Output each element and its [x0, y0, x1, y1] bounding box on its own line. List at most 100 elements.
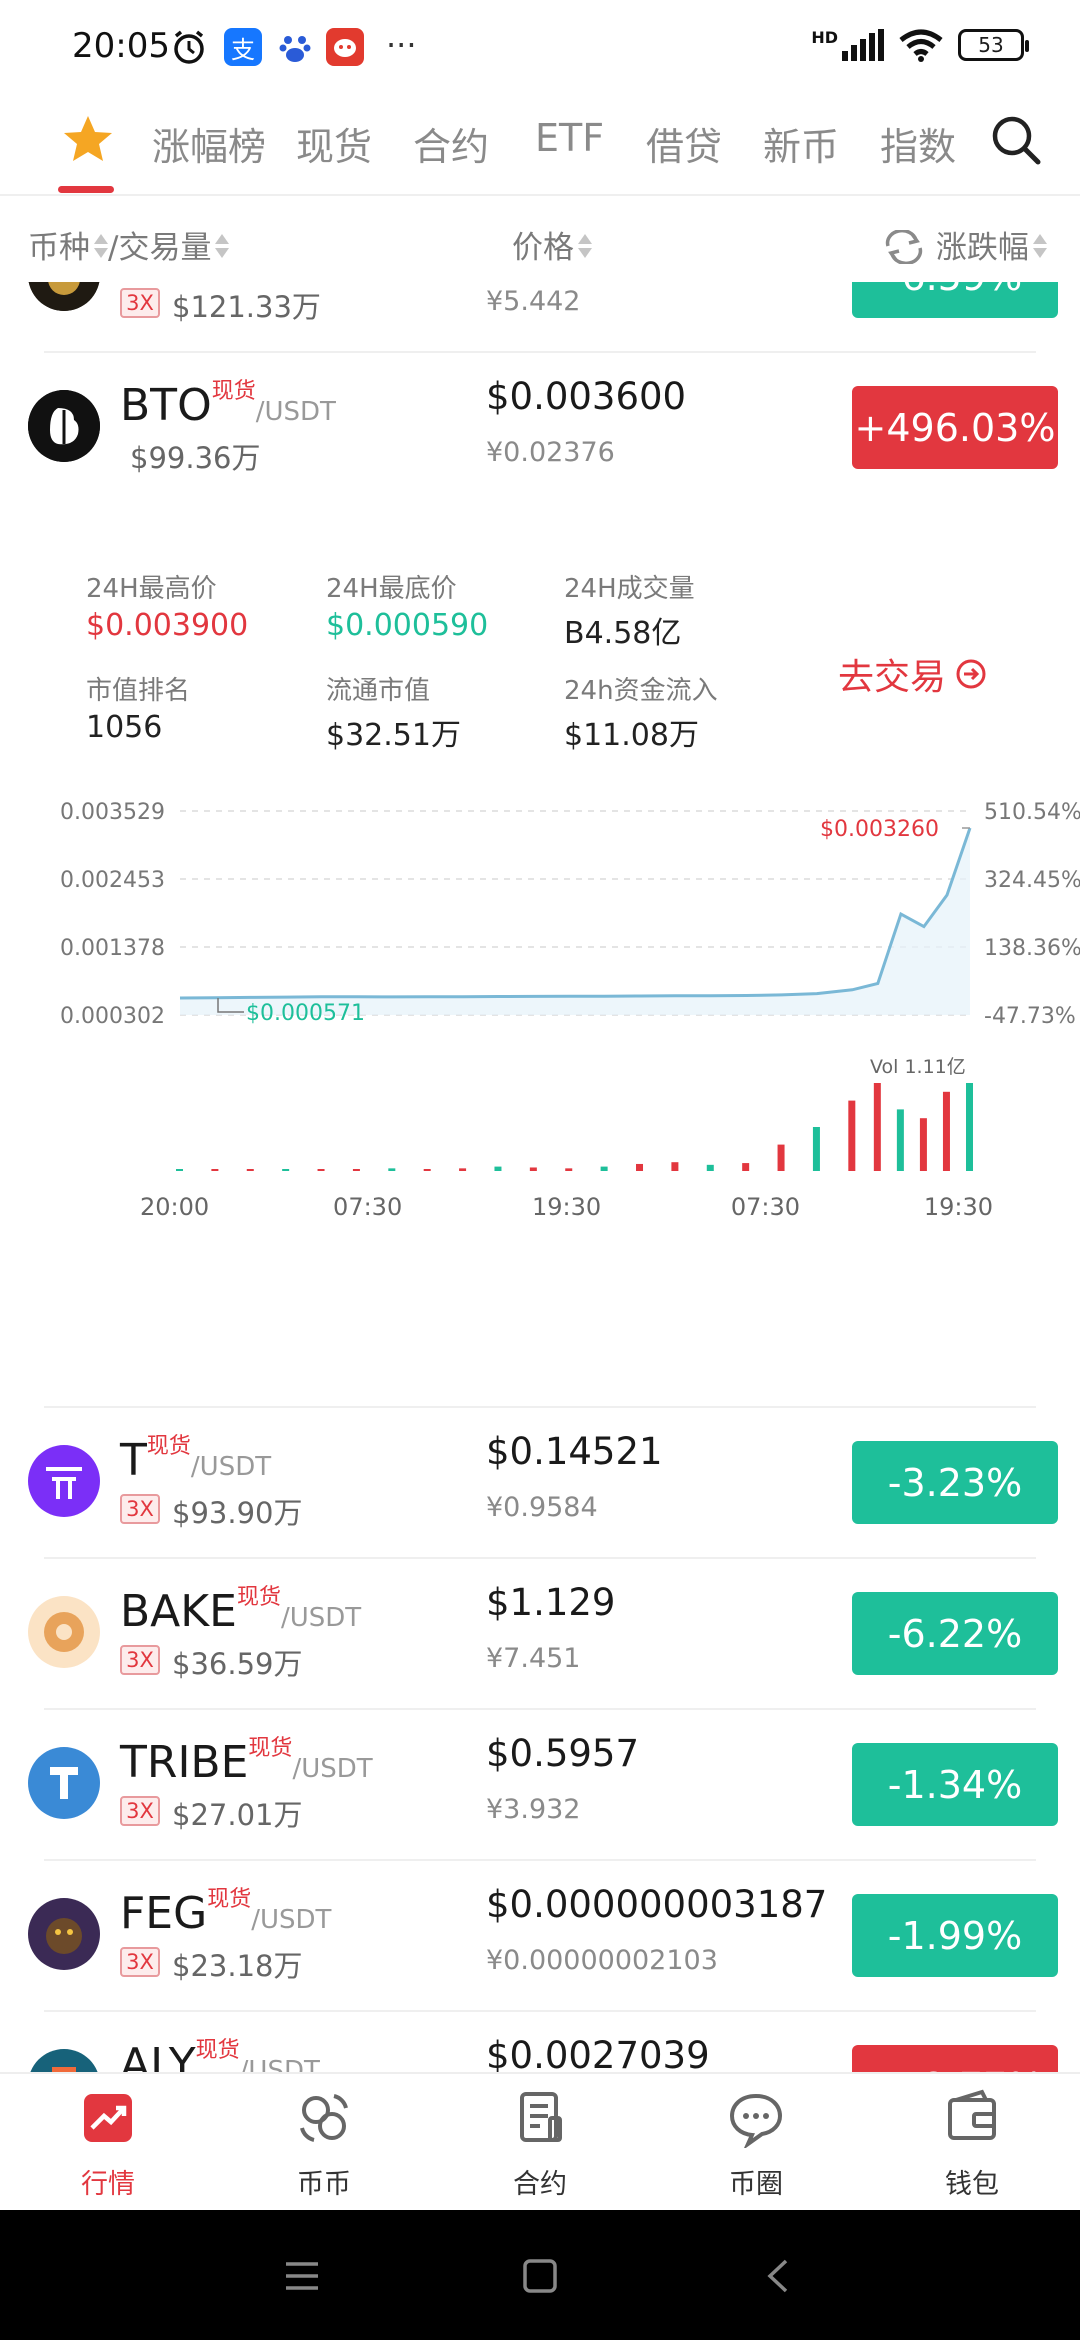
list-item[interactable]: FEG现货/USDT 3X $23.18万 $0.000000003187 ¥0.000… — [0, 1861, 1080, 2012]
baidu-icon — [276, 28, 314, 66]
volume-bar — [919, 1118, 927, 1171]
search-icon[interactable] — [988, 112, 1044, 168]
symbol-text: BTO — [120, 380, 212, 431]
coin-logo-icon — [28, 1596, 100, 1668]
price-value: $0.003600 — [486, 375, 687, 418]
list-item[interactable]: TRIBE现货/USDT 3X $27.01万 $0.5957 ¥3.932 -1.34% — [0, 1710, 1080, 1861]
sort-arrows-icon — [1032, 232, 1047, 262]
nav-community[interactable]: 币圈 — [686, 2088, 826, 2201]
tab-index[interactable]: 指数 — [880, 116, 956, 171]
status-time: 20:05 — [72, 26, 170, 66]
spot-tag: 现货 — [195, 2038, 240, 2063]
y-tick-label: 0.002453 — [60, 868, 165, 893]
bottom-nav: 行情 币币 合约 币圈 钱包 — [0, 2072, 1080, 2210]
coin-symbol: FEG现货/USDT — [120, 1881, 331, 1939]
change-badge[interactable]: -3.23% — [852, 1441, 1058, 1524]
cny-price: ¥0.02376 — [486, 437, 615, 468]
change-badge[interactable]: +42.77% — [852, 2045, 1058, 2072]
spot-tag: 现货 — [207, 1887, 252, 1912]
cny-price: ¥3.932 — [486, 1794, 581, 1825]
nav-market[interactable]: 行情 — [38, 2088, 178, 2201]
nav-futures[interactable]: 合约 — [470, 2088, 610, 2201]
col-volume: /交易量 — [108, 230, 212, 266]
symbol-text: FEG — [120, 1888, 208, 1939]
favorites-star-icon[interactable] — [58, 110, 118, 170]
list-item-bto[interactable]: BTO现货/USDT $99.36万 $0.003600 ¥0.02376 +4… — [0, 353, 1080, 1408]
battery-level: 53 — [978, 33, 1004, 57]
sort-by-price[interactable]: 价格 — [512, 222, 592, 267]
cny-price: ¥7.451 — [486, 1643, 581, 1674]
x-tick-label: 19:30 — [924, 1193, 993, 1221]
change-badge[interactable]: -1.99% — [852, 1894, 1058, 1977]
price-value: $0.0027039 — [486, 2034, 710, 2072]
leverage-badge: 3X — [120, 1494, 160, 1524]
menu-icon[interactable] — [284, 2260, 320, 2292]
symbol-text: BAKE — [120, 1586, 237, 1637]
back-icon[interactable] — [764, 2258, 792, 2294]
y-tick-label: 0.000302 — [60, 1004, 165, 1029]
y-tick-label: 0.003529 — [60, 800, 165, 825]
change-badge[interactable]: -6.59% — [852, 282, 1058, 318]
price-value: $0.000000003187 — [486, 1883, 828, 1926]
change-badge[interactable]: -6.22% — [852, 1592, 1058, 1675]
quote-currency: /USDT — [239, 2056, 320, 2072]
leverage-badge: 3X — [120, 1796, 160, 1826]
tab-futures[interactable]: 合约 — [413, 116, 489, 171]
volume-bar — [966, 1083, 973, 1171]
mcap-value: $32.51万 — [326, 718, 461, 753]
list-item[interactable]: BAKE现货/USDT 3X $36.59万 $1.129 ¥7.451 -6.22% — [0, 1559, 1080, 1710]
volume-bar — [388, 1168, 396, 1171]
quote-currency: /USDT — [255, 397, 336, 427]
col-price: 价格 — [512, 230, 574, 266]
high-value: $0.003900 — [86, 608, 249, 643]
list-item[interactable]: T现货/USDT 3X $93.90万 $0.14521 ¥0.9584 -3.23% — [0, 1408, 1080, 1559]
sort-by-coin-volume[interactable]: 币种/交易量 — [28, 222, 230, 267]
price-area — [180, 828, 970, 1015]
symbol-text: TRIBE — [120, 1737, 249, 1788]
nav-spot[interactable]: 币币 — [254, 2088, 394, 2201]
max-price-label: $0.003260 — [820, 817, 939, 842]
go-trade-button[interactable]: 去交易 — [838, 648, 988, 700]
leverage-badge: 3X — [120, 288, 160, 318]
price-line — [179, 827, 972, 1000]
change-badge[interactable]: +496.03% — [852, 386, 1058, 469]
y-tick-label: 0.001378 — [60, 936, 165, 961]
home-icon[interactable] — [522, 2258, 558, 2294]
cny-price: ¥0.00000002103 — [486, 1945, 718, 1976]
col-change: 涨跌幅 — [935, 230, 1029, 266]
list-item[interactable]: ALY现货/USDT$19.26万$0.0027039¥0.01785+42.7… — [0, 2012, 1080, 2072]
tab-spot[interactable]: 现货 — [296, 116, 372, 171]
status-more: ··· — [386, 26, 417, 64]
tab-lending[interactable]: 借贷 — [646, 116, 722, 171]
low-value: $0.000590 — [326, 608, 489, 643]
change-badge[interactable]: -1.34% — [852, 1743, 1058, 1826]
wallet-icon — [948, 2089, 996, 2140]
volume-bar — [777, 1144, 785, 1171]
list-item-partial[interactable]: 3X $121.33万 ¥5.442 -6.59% — [0, 282, 1080, 353]
price-chart[interactable]: 0.003529 510.54% 0.002453 324.45% 0.001378 13… — [0, 783, 1080, 1243]
spot-tag: 现货 — [146, 1434, 191, 1459]
volume-bar — [671, 1162, 679, 1171]
volume-bar — [565, 1168, 573, 1171]
volume-bar — [529, 1167, 537, 1171]
coin-symbol: BAKE现货/USDT — [120, 1579, 361, 1637]
cny-price: ¥5.442 — [486, 286, 581, 317]
tab-gainers[interactable]: 涨幅榜 — [152, 116, 266, 171]
nav-wallet[interactable]: 钱包 — [902, 2088, 1042, 2201]
battery-icon: 53 — [958, 29, 1029, 61]
quote-currency: /USDT — [292, 1754, 373, 1784]
chat-bubble-icon — [729, 2093, 783, 2150]
volume-bar — [896, 1109, 904, 1171]
volume-bar — [873, 1083, 881, 1171]
refresh-icon[interactable] — [882, 228, 926, 266]
symbol-text: T — [120, 1435, 147, 1486]
spot-tag: 现货 — [248, 1736, 293, 1761]
tab-new-coins[interactable]: 新币 — [763, 116, 839, 171]
sort-by-change[interactable]: 涨跌幅 — [882, 222, 1047, 267]
tab-etf[interactable]: ETF — [535, 116, 604, 160]
column-header: 币种/交易量 价格 涨跌幅 — [0, 206, 1080, 278]
app-notification-icon — [326, 28, 364, 66]
quote-currency: /USDT — [251, 1905, 332, 1935]
alipay-icon: 支 — [224, 28, 262, 66]
volume-bar — [636, 1163, 644, 1171]
